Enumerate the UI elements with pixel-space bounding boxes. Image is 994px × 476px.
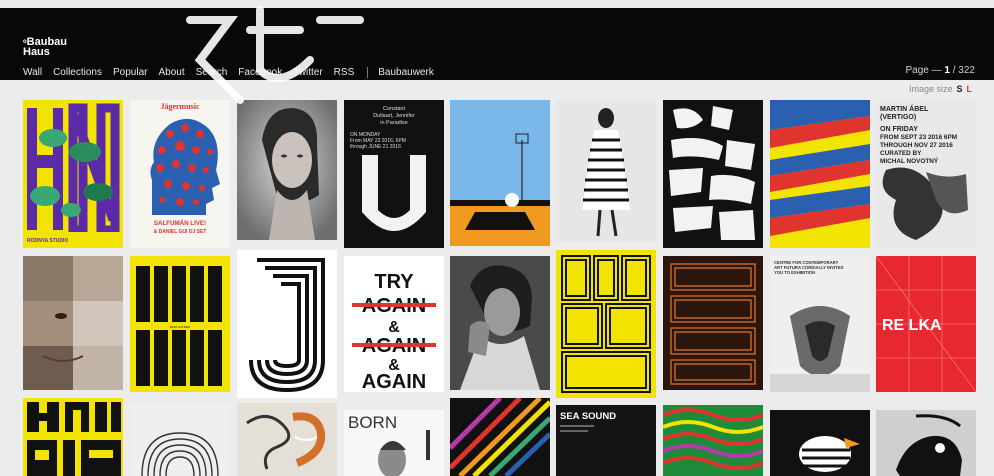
poster-line: THROUGH NOV 27 2016 <box>880 142 953 149</box>
poster-thumbnail[interactable] <box>556 100 656 242</box>
poster-thumbnail[interactable]: SEA SOUND <box>556 405 656 476</box>
poster-line: FROM SEPT 23 2016 6PM <box>880 134 957 141</box>
poster-thumbnail[interactable] <box>663 100 763 248</box>
poster-thumbnail[interactable] <box>663 405 763 476</box>
poster-thumbnail[interactable] <box>450 256 550 390</box>
poster-born: BORN <box>344 410 444 476</box>
poster-constant-dullaart: Constant Dullaart, Jennifer in Paradise … <box>344 100 444 248</box>
poster-try-again: TRY AGAIN & AGAIN & AGAIN <box>344 256 444 392</box>
poster-title: SEA SOUND <box>560 411 616 422</box>
poster-line: YOU TO EXHIBITION <box>774 270 815 275</box>
poster-thumbnail[interactable]: BORN <box>344 410 444 476</box>
poster-tobi-yellow <box>556 250 656 398</box>
poster-line: (VERTIGO) <box>880 114 916 121</box>
poster-text: RUDI HAYDEN <box>170 325 190 329</box>
poster-thumbnail[interactable]: RUDI HAYDEN <box>130 256 230 392</box>
poster-concentric-arch <box>130 403 230 476</box>
poster-zigzag-blue-red <box>770 100 870 248</box>
poster-line: in Paradise <box>380 120 408 126</box>
poster-thumbnail[interactable] <box>237 100 337 240</box>
poster-rudi-hayden: RUDI HAYDEN <box>130 256 230 392</box>
poster-thumbnail[interactable]: RE LKA <box>876 256 976 392</box>
poster-thumbnail[interactable] <box>130 403 230 476</box>
photo-striped-dress <box>556 100 656 242</box>
poster-thumbnail[interactable] <box>23 398 123 476</box>
poster-wall: RODNYA STUDIO Jägermusic SALFUMÁN LIVE! … <box>0 0 994 476</box>
poster-again: AGAIN <box>362 371 426 392</box>
poster-line: MARTIN ÁBEL <box>880 104 929 113</box>
poster-line: through JUNE 21 2016 <box>350 144 401 150</box>
poster-secret-orange <box>663 256 763 390</box>
poster-sea-sound: SEA SOUND <box>556 405 656 476</box>
poster-thumbnail[interactable] <box>23 256 123 390</box>
poster-hanrie <box>23 398 123 476</box>
poster-amp: & <box>388 319 400 336</box>
poster-thumbnail[interactable] <box>237 250 337 398</box>
photo-portrait-woman <box>237 100 337 240</box>
poster-try: TRY <box>374 271 414 293</box>
photo-face-collage <box>23 256 123 390</box>
poster-subtitle-2: & DANIEL GUI DJ SET <box>154 229 207 235</box>
poster-martin-abel: MARTIN ÁBEL (VERTIGO) ON FRIDAY FROM SEP… <box>876 100 976 248</box>
poster-thumbnail[interactable]: RODNYA STUDIO <box>23 100 123 248</box>
poster-line: ON FRIDAY <box>880 126 918 133</box>
poster-thumbnail[interactable] <box>556 250 656 398</box>
poster-text: RE LKA <box>882 317 942 334</box>
poster-thumbnail[interactable] <box>450 100 550 246</box>
poster-thumbnail[interactable] <box>876 410 976 476</box>
poster-title: Jägermusic <box>160 102 200 111</box>
poster-relka-red: RE LKA <box>876 256 976 392</box>
poster-duck-stripes <box>770 410 870 476</box>
poster-basketball-court <box>450 100 550 246</box>
poster-thumbnail[interactable]: TRY AGAIN & AGAIN & AGAIN <box>344 256 444 392</box>
poster-line: MICHAL NOVOTNÝ <box>880 156 939 165</box>
poster-line: Constant <box>383 106 405 112</box>
poster-born-text: BORN <box>348 413 397 432</box>
poster-thumbnail[interactable]: Constant Dullaart, Jennifer in Paradise … <box>344 100 444 248</box>
poster-footer-text: RODNYA STUDIO <box>27 238 68 244</box>
poster-jagermusic: Jägermusic SALFUMÁN LIVE! & DANIEL GUI D… <box>130 100 230 248</box>
poster-hotm: RODNYA STUDIO <box>23 100 123 248</box>
poster-subtitle: SALFUMÁN LIVE! <box>154 220 206 227</box>
poster-thumbnail[interactable] <box>237 403 337 476</box>
poster-line: CURATED BY <box>880 150 922 157</box>
poster-calligraphy-orange <box>237 403 337 476</box>
poster-thumbnail[interactable] <box>770 100 870 248</box>
poster-thumbnail[interactable] <box>663 256 763 390</box>
poster-psychedelic-waves <box>663 405 763 476</box>
poster-futura-exhibition: CENTRE FOR CONTEMPORARY ART FUTURA CORDI… <box>770 256 870 392</box>
poster-letter-j-stripes <box>237 250 337 398</box>
poster-thumbnail[interactable]: Jägermusic SALFUMÁN LIVE! & DANIEL GUI D… <box>130 100 230 248</box>
poster-line: Dullaart, Jennifer <box>373 113 415 119</box>
poster-thumbnail[interactable]: MARTIN ÁBEL (VERTIGO) ON FRIDAY FROM SEP… <box>876 100 976 248</box>
poster-galerie-brush <box>663 100 763 248</box>
poster-thumbnail[interactable] <box>770 410 870 476</box>
photo-portrait-man <box>450 256 550 390</box>
poster-colored-pencils <box>450 398 550 476</box>
poster-thumbnail[interactable]: CENTRE FOR CONTEMPORARY ART FUTURA CORDI… <box>770 256 870 392</box>
poster-thumbnail[interactable] <box>450 398 550 476</box>
poster-reaper-grey <box>876 410 976 476</box>
